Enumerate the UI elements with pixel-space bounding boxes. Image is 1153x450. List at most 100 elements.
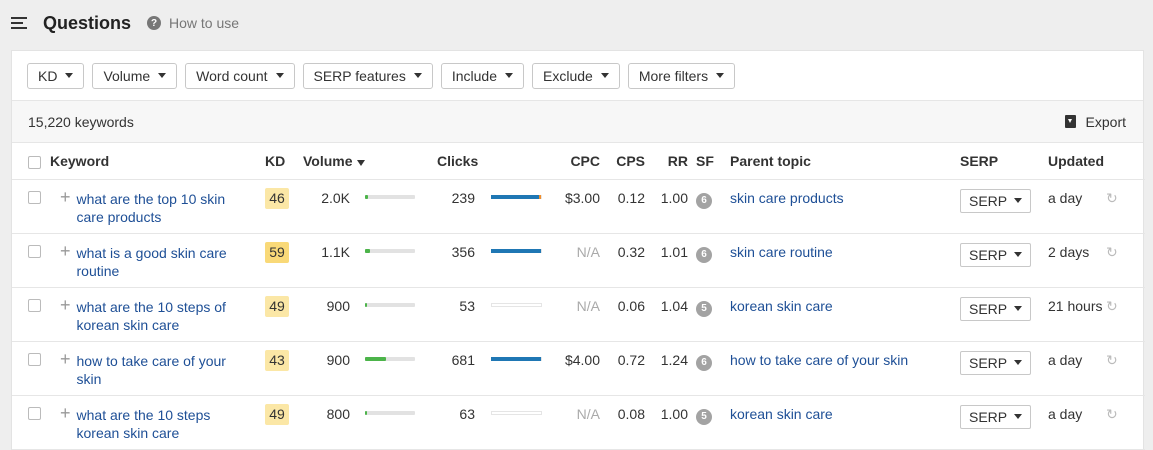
caret-down-icon: [505, 73, 514, 78]
row-checkbox[interactable]: [28, 190, 41, 204]
add-keyword-icon[interactable]: +: [60, 350, 71, 368]
serp-button[interactable]: SERP: [960, 188, 1032, 213]
column-sf[interactable]: SF: [688, 143, 716, 180]
serp-button[interactable]: SERP: [960, 404, 1032, 429]
parent-topic-link[interactable]: skin care products: [730, 190, 844, 206]
refresh-icon[interactable]: ↻: [1106, 352, 1118, 369]
refresh-icon[interactable]: ↻: [1106, 244, 1118, 261]
refresh-icon[interactable]: ↻: [1106, 298, 1118, 315]
serp-features-count[interactable]: 5: [696, 408, 712, 425]
filter-kd-button[interactable]: KD: [27, 62, 85, 89]
cpc-value: N/A: [543, 395, 600, 450]
keyword-link[interactable]: what are the top 10 skin care products: [77, 190, 247, 226]
table-row: + how to take care of your skin 43 900 681 $4…: [12, 341, 1145, 396]
refresh-icon[interactable]: ↻: [1106, 190, 1118, 207]
serp-features-count[interactable]: 6: [696, 192, 712, 209]
cpc-value: N/A: [543, 233, 600, 288]
row-checkbox[interactable]: [28, 298, 41, 312]
cpc-value: $4.00: [543, 341, 600, 396]
clicks-bar: [491, 411, 542, 416]
parent-topic-link[interactable]: how to take care of your skin: [730, 352, 908, 368]
add-keyword-icon[interactable]: +: [60, 188, 71, 206]
serp-button[interactable]: SERP: [960, 242, 1032, 267]
cps-value: 0.08: [600, 395, 645, 450]
add-keyword-icon[interactable]: +: [60, 242, 71, 260]
filter-volume-button[interactable]: Volume: [92, 62, 178, 89]
column-clicks[interactable]: Clicks: [437, 143, 543, 180]
filter-label: Volume: [103, 67, 151, 84]
filter-bar: KD Volume Word count SERP features Inclu…: [12, 51, 1143, 101]
column-volume[interactable]: Volume: [303, 143, 437, 180]
rr-value: 1.00: [645, 179, 688, 234]
questions-panel: KD Volume Word count SERP features Inclu…: [11, 50, 1145, 450]
volume-bar: [365, 411, 415, 416]
serp-features-count[interactable]: 6: [696, 354, 712, 371]
clicks-bar: [491, 357, 542, 362]
volume-bar: [365, 195, 415, 200]
keywords-table: Keyword KD Volume Clicks CPC CPS RR SF P…: [12, 143, 1145, 450]
caret-down-icon: [158, 73, 167, 78]
select-all-checkbox[interactable]: [28, 155, 41, 169]
cps-value: 0.12: [600, 179, 645, 234]
caret-down-icon: [716, 73, 725, 78]
caret-down-icon: [65, 73, 74, 78]
keyword-link[interactable]: what is a good skin care routine: [77, 244, 247, 280]
keyword-link[interactable]: what are the 10 steps korean skin care: [77, 406, 247, 442]
clicks-bar: [491, 303, 542, 308]
clicks-value: 356: [451, 243, 475, 260]
refresh-icon[interactable]: ↻: [1106, 406, 1118, 423]
keyword-link[interactable]: what are the 10 steps of korean skin car…: [77, 298, 247, 334]
row-checkbox[interactable]: [28, 406, 41, 420]
caret-down-icon: [1014, 252, 1023, 257]
add-keyword-icon[interactable]: +: [60, 404, 71, 422]
column-cpc[interactable]: CPC: [543, 143, 600, 180]
serp-label: SERP: [969, 300, 1008, 317]
column-serp: SERP: [946, 143, 1034, 180]
serp-button[interactable]: SERP: [960, 296, 1032, 321]
kd-badge: 59: [265, 241, 289, 263]
cpc-value: N/A: [543, 287, 600, 342]
export-label: Export: [1085, 113, 1126, 130]
menu-icon[interactable]: [11, 17, 27, 29]
sort-desc-icon: [356, 159, 365, 166]
row-checkbox[interactable]: [28, 352, 41, 366]
clicks-value: 681: [451, 351, 475, 368]
cps-value: 0.72: [600, 341, 645, 396]
column-cps[interactable]: CPS: [600, 143, 645, 180]
volume-value: 800: [326, 405, 350, 422]
serp-label: SERP: [969, 192, 1008, 209]
parent-topic-link[interactable]: korean skin care: [730, 298, 833, 314]
clicks-bar: [491, 195, 542, 200]
results-summary: 15,220 keywords Export: [12, 101, 1143, 143]
help-icon[interactable]: ?: [147, 16, 162, 30]
filter-exclude-button[interactable]: Exclude: [532, 62, 620, 89]
kd-badge: 49: [265, 403, 289, 425]
volume-value: 1.1K: [321, 243, 350, 260]
rr-value: 1.24: [645, 341, 688, 396]
filter-more-button[interactable]: More filters: [627, 62, 736, 89]
column-keyword[interactable]: Keyword: [50, 143, 265, 180]
column-rr[interactable]: RR: [645, 143, 688, 180]
serp-features-count[interactable]: 6: [696, 246, 712, 263]
export-button[interactable]: Export: [1064, 113, 1126, 130]
filter-label: Include: [451, 67, 498, 84]
keyword-link[interactable]: how to take care of your skin: [77, 352, 247, 388]
updated-value: a day: [1034, 395, 1106, 450]
caret-down-icon: [600, 73, 609, 78]
column-kd[interactable]: KD: [265, 143, 303, 180]
column-updated[interactable]: Updated: [1034, 143, 1106, 180]
column-parent-topic[interactable]: Parent topic: [716, 143, 946, 180]
parent-topic-link[interactable]: skin care routine: [730, 244, 833, 260]
kd-badge: 49: [265, 295, 289, 317]
filter-word-count-button[interactable]: Word count: [185, 62, 295, 89]
row-checkbox[interactable]: [28, 244, 41, 258]
filter-serp-features-button[interactable]: SERP features: [302, 62, 433, 89]
add-keyword-icon[interactable]: +: [60, 296, 71, 314]
serp-button[interactable]: SERP: [960, 350, 1032, 375]
how-to-use-link[interactable]: How to use: [169, 15, 239, 31]
rr-value: 1.04: [645, 287, 688, 342]
filter-include-button[interactable]: Include: [440, 62, 525, 89]
parent-topic-link[interactable]: korean skin care: [730, 406, 833, 422]
volume-value: 900: [326, 351, 350, 368]
serp-features-count[interactable]: 5: [696, 300, 712, 317]
